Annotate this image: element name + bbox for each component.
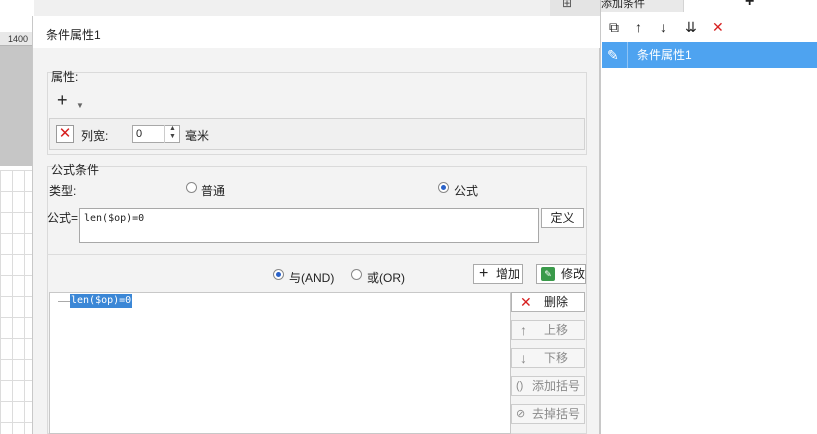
arrow-up-icon[interactable]: ↑ [635,19,642,35]
pencil-icon: ✎ [607,47,619,63]
delete-condition-button[interactable]: ✕ 删除 [511,292,585,312]
type-formula-radio[interactable] [438,182,449,193]
column-width-unit: 毫米 [185,129,210,143]
remove-parentheses-button[interactable]: ⊘ 去掉括号 [511,404,585,424]
column-width-label: 列宽: [81,129,109,143]
sidebar-item-label: 条件属性1 [637,48,692,62]
delete-icon[interactable]: ✕ [712,19,724,35]
or-radio[interactable] [351,269,362,280]
parentheses-icon: () [516,380,524,392]
arrow-up-icon: ↑ [520,322,527,338]
formula-label: 公式= [47,211,79,225]
caret-down-icon: ▼ [76,101,84,110]
tree-connector [58,301,70,302]
and-label[interactable]: 与(AND) [289,269,334,286]
copy-icon[interactable]: ⧉ [609,19,619,35]
remove-parentheses-label: 去掉括号 [532,407,581,421]
formula-input[interactable]: len($op)=0 [79,208,539,243]
type-formula-label[interactable]: 公式 [454,182,478,199]
add-parentheses-label: 添加括号 [532,379,581,393]
condition-list-sidebar: 添加条件 + ⧉ ↑ ↓ ⇊ ✕ ✎ 条件属性1 [600,0,817,434]
condition-attribute-dialog: 条件属性1 属性: + ▼ ✕ 列宽: 0 ▲ ▼ 毫米 公式条件 类型: 普通 公… [32,16,601,434]
spin-up-icon: ▲ [169,125,176,132]
move-down-button[interactable]: ↓ 下移 [511,348,585,368]
arrow-down-icon[interactable]: ↓ [660,19,667,35]
type-normal-label[interactable]: 普通 [201,182,225,199]
remove-parentheses-icon: ⊘ [516,408,526,420]
add-icon[interactable]: + [745,0,754,11]
add-condition-tab[interactable]: 添加条件 [601,0,683,12]
sidebar-toolbar [601,14,817,42]
column-width-spinner[interactable]: ▲ ▼ [164,125,180,143]
type-normal-radio[interactable] [186,182,197,193]
sheet-grid [0,170,34,434]
modify-condition-button[interactable]: ✎ 修改 [536,264,586,284]
type-label: 类型: [49,184,77,198]
dialog-title-bar: 条件属性1 [33,16,601,48]
attributes-group-label: 属性: [51,70,79,84]
condition-tree-item[interactable]: len($op)=0 [70,294,133,308]
column-width-row: ✕ 列宽: 0 ▲ ▼ 毫米 [49,118,585,150]
column-ruler: 1400 [0,32,34,46]
define-button[interactable]: 定义 [541,208,584,228]
add-parentheses-button[interactable]: () 添加括号 [511,376,585,396]
or-label[interactable]: 或(OR) [367,269,405,286]
sidebar-item-condition[interactable]: ✎ 条件属性1 [602,42,817,68]
ruler-tick: 1400 [8,34,29,44]
item-separator [627,42,628,68]
condition-tree[interactable]: len($op)=0 [49,292,511,434]
spin-down-icon: ▼ [169,133,176,140]
delete-condition-label: 删除 [544,295,569,309]
move-to-bottom-icon[interactable]: ⇊ [685,19,697,35]
sheet-gray-area [0,46,34,166]
formula-condition-group-label: 公式条件 [51,163,100,177]
edit-icon: ✎ [541,267,555,281]
top-strip [550,0,600,16]
plus-icon: + [57,90,68,110]
arrow-down-icon: ↓ [520,350,527,366]
add-condition-label: 增加 [496,267,521,281]
add-attribute-button[interactable]: + ▼ [57,90,87,110]
add-condition-button[interactable]: + 增加 [473,264,523,284]
dialog-title: 条件属性1 [46,28,101,42]
grid-icon[interactable]: ⊞ [562,0,572,10]
and-radio[interactable] [273,269,284,280]
move-up-button[interactable]: ↑ 上移 [511,320,585,340]
modify-condition-label: 修改 [561,267,586,281]
remove-width-attribute-button[interactable]: ✕ [56,125,74,143]
close-icon: ✕ [58,125,72,142]
close-icon: ✕ [520,294,532,310]
move-up-label: 上移 [544,323,569,337]
plus-icon: + [479,265,489,282]
move-down-label: 下移 [544,351,569,365]
